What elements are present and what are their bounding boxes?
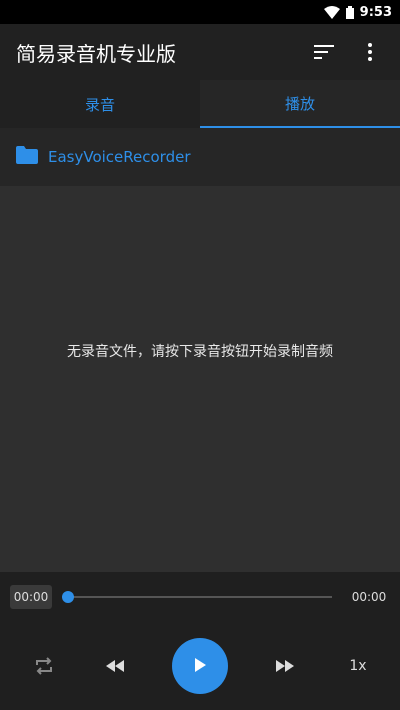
rewind-icon[interactable] bbox=[101, 652, 129, 680]
status-time: 9:53 bbox=[359, 4, 392, 20]
status-bar: 9:53 bbox=[0, 0, 400, 24]
tab-bar: 录音 播放 bbox=[0, 80, 400, 128]
folder-icon bbox=[16, 146, 38, 168]
sort-icon[interactable] bbox=[310, 38, 338, 66]
seek-thumb[interactable] bbox=[62, 591, 74, 603]
empty-state-message: 无录音文件，请按下录音按钮开始录制音频 bbox=[67, 344, 333, 360]
player-panel: 00:00 00:00 1x bbox=[0, 572, 400, 710]
wifi-icon bbox=[323, 5, 340, 19]
play-button[interactable] bbox=[172, 638, 228, 694]
app-bar: 简易录音机专业版 bbox=[0, 24, 400, 80]
repeat-icon[interactable] bbox=[30, 652, 58, 680]
battery-icon bbox=[345, 5, 354, 19]
tab-record[interactable]: 录音 bbox=[0, 80, 200, 128]
app-title: 简易录音机专业版 bbox=[16, 41, 176, 66]
play-icon bbox=[194, 657, 206, 676]
fast-forward-icon[interactable] bbox=[271, 652, 299, 680]
tab-playback[interactable]: 播放 bbox=[200, 80, 400, 128]
folder-row[interactable]: EasyVoiceRecorder bbox=[0, 128, 400, 186]
seek-bar[interactable] bbox=[62, 591, 332, 603]
current-time: 00:00 bbox=[10, 585, 52, 609]
recordings-list: 无录音文件，请按下录音按钮开始录制音频 bbox=[0, 186, 400, 572]
more-options-icon[interactable] bbox=[356, 38, 384, 66]
playback-speed[interactable]: 1x bbox=[342, 658, 374, 674]
folder-name: EasyVoiceRecorder bbox=[48, 148, 191, 166]
total-time: 00:00 bbox=[351, 590, 387, 604]
